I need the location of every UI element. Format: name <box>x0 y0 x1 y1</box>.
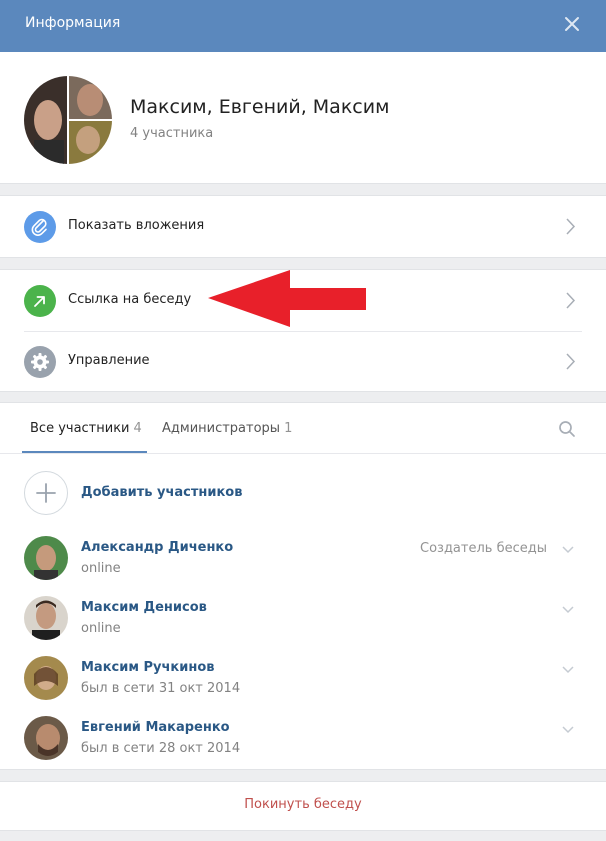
member-name[interactable]: Максим Ручкинов <box>81 660 215 675</box>
member-status: online <box>81 621 121 636</box>
members-card: Все участники 4 Администраторы 1 Добавить … <box>0 402 606 770</box>
member-name[interactable]: Максим Денисов <box>81 600 207 615</box>
chevron-down-icon[interactable] <box>562 606 574 614</box>
chat-title: Максим, Евгений, Максим <box>130 96 390 118</box>
chevron-right-icon <box>566 218 576 235</box>
avatar[interactable] <box>24 656 68 700</box>
dialog-title: Информация <box>25 15 121 31</box>
member-row: Максим Денисов online <box>0 596 606 646</box>
member-name[interactable]: Александр Диченко <box>81 540 233 555</box>
leave-chat-button[interactable]: Покинуть беседу <box>0 797 606 812</box>
attachments-card: Показать вложения <box>0 195 606 258</box>
members-count: 4 участника <box>130 126 214 141</box>
show-attachments-label: Показать вложения <box>68 218 205 233</box>
chat-avatar <box>24 76 112 164</box>
tab-label: Администраторы <box>162 421 281 436</box>
chat-info-card: Максим, Евгений, Максим 4 участника <box>0 52 606 184</box>
search-icon[interactable] <box>558 420 576 438</box>
add-members-button[interactable]: Добавить участников <box>0 471 606 515</box>
close-icon[interactable] <box>562 14 582 34</box>
tab-count: 1 <box>284 421 293 436</box>
tab-count: 4 <box>133 421 142 436</box>
avatar[interactable] <box>24 536 68 580</box>
arrow-up-right-icon <box>24 285 56 317</box>
member-status: online <box>81 561 121 576</box>
member-name[interactable]: Евгений Макаренко <box>81 720 230 735</box>
chevron-right-icon <box>566 292 576 309</box>
avatar[interactable] <box>24 716 68 760</box>
tab-admins[interactable]: Администраторы 1 <box>162 421 292 436</box>
member-status: был в сети 28 окт 2014 <box>81 741 241 756</box>
manage-label: Управление <box>68 353 150 368</box>
chevron-down-icon[interactable] <box>562 546 574 554</box>
member-status: был в сети 31 окт 2014 <box>81 681 241 696</box>
leave-card: Покинуть беседу <box>0 781 606 831</box>
chevron-down-icon[interactable] <box>562 666 574 674</box>
member-role: Создатель беседы <box>420 541 547 556</box>
member-row: Максим Ручкинов был в сети 31 окт 2014 <box>0 656 606 706</box>
active-tab-indicator <box>22 451 147 453</box>
chevron-down-icon[interactable] <box>562 726 574 734</box>
manage-button[interactable]: Управление <box>0 331 606 393</box>
member-row: Евгений Макаренко был в сети 28 окт 2014 <box>0 716 606 766</box>
add-members-label: Добавить участников <box>81 485 243 500</box>
member-row: Александр Диченко online Создатель бесед… <box>0 536 606 586</box>
paperclip-icon <box>24 211 56 243</box>
dialog-header: Информация <box>0 0 606 52</box>
show-attachments-button[interactable]: Показать вложения <box>0 196 606 258</box>
plus-icon <box>24 471 68 515</box>
avatar[interactable] <box>24 596 68 640</box>
tab-all-members[interactable]: Все участники 4 <box>30 421 142 436</box>
chat-link-label: Ссылка на беседу <box>68 292 192 307</box>
chevron-right-icon <box>566 353 576 370</box>
tab-label: Все участники <box>30 421 130 436</box>
red-arrow-annotation <box>208 270 366 327</box>
members-tabs: Все участники 4 Администраторы 1 <box>0 403 606 454</box>
gear-icon <box>24 346 56 378</box>
